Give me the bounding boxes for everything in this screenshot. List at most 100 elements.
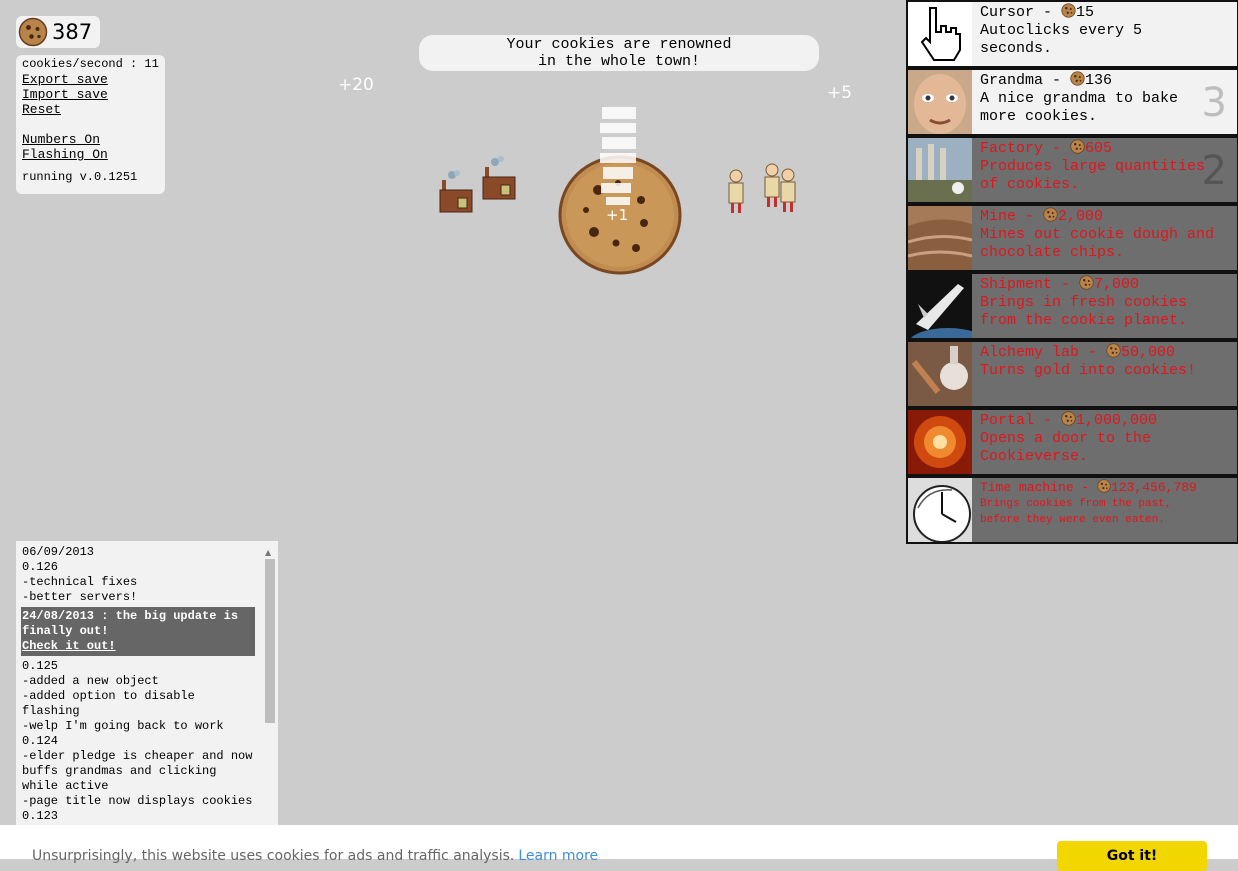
store-item-desc: Autoclicks every 5 <box>980 22 1143 39</box>
cookie-icon <box>1061 411 1076 426</box>
store-item-name: Cursor <box>980 4 1035 21</box>
store-item-desc: Opens a door to the <box>980 430 1152 447</box>
news-message: Your cookies are renowned in the whole t… <box>419 35 819 71</box>
store-item-desc: of cookies. <box>980 176 1080 193</box>
changelog-highlight: 24/08/2013 : the big update is finally o… <box>21 607 255 656</box>
store-item-grandma[interactable]: Grandma - 136 A nice grandma to bake mor… <box>908 70 1237 134</box>
cookie-icon <box>1070 139 1085 154</box>
grandma-sprite <box>728 169 744 213</box>
cookie-icon <box>1079 275 1094 290</box>
changelog-line: 0.124 <box>22 734 59 748</box>
cookie-icon <box>1043 207 1058 222</box>
grandma-sprite <box>780 168 796 212</box>
alchemy-photo-icon <box>908 342 972 406</box>
store-item-desc: Brings in fresh cookies <box>980 294 1188 311</box>
changelog-highlight-line: finally out! <box>22 624 109 638</box>
changelog-line: 06/09/2013 <box>22 545 95 559</box>
store-item-owned: 3 <box>1201 80 1227 126</box>
store-item-name: Time machine <box>980 480 1074 495</box>
shuttle-photo-icon <box>908 274 972 338</box>
store-item-desc: Produces large quantities <box>980 158 1206 175</box>
numbers-toggle-link[interactable]: Numbers On <box>22 132 159 147</box>
scroll-up-icon[interactable]: ▲ <box>265 545 271 560</box>
changelog-line: flashing <box>22 704 80 718</box>
changelog-line: -added option to disable <box>22 689 195 703</box>
changelog-line: -welp I'm going back to work <box>22 719 224 733</box>
store-item-desc: more cookies. <box>980 108 1098 125</box>
cookie-counter: 387 <box>16 16 100 48</box>
scrollbar-thumb[interactable] <box>265 559 275 723</box>
store-item-price: 136 <box>1085 72 1113 89</box>
changelog-line: -elder pledge is cheaper and now <box>22 749 253 763</box>
factory-photo-icon <box>908 138 972 202</box>
reset-link[interactable]: Reset <box>22 102 159 117</box>
changelog-line: -page title now displays cookies <box>22 794 253 808</box>
changelog-line: 0.126 <box>22 560 59 574</box>
store-item-desc: seconds. <box>980 40 1053 57</box>
clock-photo-icon <box>908 478 972 542</box>
changelog-line: 0.123 <box>22 809 59 823</box>
cookie-icon <box>1061 3 1076 18</box>
store-item-name: Portal <box>980 412 1035 429</box>
store-item-portal[interactable]: Portal - 1,000,000 Opens a door to the C… <box>908 410 1237 474</box>
cursor-hand-icon <box>908 2 972 66</box>
store-item-name: Grandma <box>980 72 1044 89</box>
floating-number-right: +5 <box>827 83 853 103</box>
store-item-price: 605 <box>1085 140 1113 157</box>
store-item-desc: Turns gold into cookies! <box>980 362 1197 379</box>
store-item-mine[interactable]: Mine - 2,000 Mines out cookie dough and … <box>908 206 1237 270</box>
cookie-consent-banner: Unsurprisingly, this website uses cookie… <box>0 825 1238 871</box>
news-message-line2: in the whole town! <box>537 53 701 70</box>
store-item-name: Shipment <box>980 276 1053 293</box>
news-message-line1: Your cookies are renowned <box>506 36 732 53</box>
changelog-line: while active <box>22 779 109 793</box>
consent-text: Unsurprisingly, this website uses cookie… <box>32 848 515 864</box>
store-item-desc: from the cookie planet. <box>980 312 1188 329</box>
store-item-price: 2,000 <box>1058 208 1104 225</box>
changelog-highlight-line: 24/08/2013 : the big update is <box>22 609 239 623</box>
check-it-out-link[interactable]: Check it out! <box>22 639 116 653</box>
store-item-factory[interactable]: Factory - 605 Produces large quantities … <box>908 138 1237 202</box>
cookie-icon <box>18 17 48 47</box>
learn-more-link[interactable]: Learn more <box>518 848 598 864</box>
portal-photo-icon <box>908 410 972 474</box>
floating-number-left: +20 <box>338 75 374 95</box>
import-save-link[interactable]: Import save <box>22 87 159 102</box>
changelog-line: -technical fixes <box>22 575 138 589</box>
store-item-time-machine[interactable]: Time machine - 123,456,789 Brings cookie… <box>908 478 1237 542</box>
changelog-line: -added a new object <box>22 674 159 688</box>
changelog-line: -better servers! <box>22 590 138 604</box>
store-item-price: 1,000,000 <box>1076 412 1158 429</box>
store-item-owned: 2 <box>1201 148 1227 194</box>
changelog-scrollbar[interactable]: ▲ <box>264 543 276 823</box>
flashing-toggle-link[interactable]: Flashing On <box>22 147 159 162</box>
store-item-name: Factory <box>980 140 1044 157</box>
store-item-price: 50,000 <box>1121 344 1176 361</box>
cookie-count: 387 <box>52 20 93 44</box>
store-panel: Cursor - 15 Autoclicks every 5 seconds. … <box>906 0 1238 544</box>
click-number: +1 <box>606 206 629 224</box>
store-item-price: 123,456,789 <box>1111 480 1197 495</box>
changelog-panel[interactable]: 06/09/2013 0.126 -technical fixes -bette… <box>16 541 278 831</box>
store-item-cursor[interactable]: Cursor - 15 Autoclicks every 5 seconds. <box>908 2 1237 66</box>
store-item-desc: Mines out cookie dough and <box>980 226 1215 243</box>
mine-photo-icon <box>908 206 972 270</box>
store-item-desc: A nice grandma to bake <box>980 90 1179 107</box>
cookie-icon <box>1070 71 1085 86</box>
cookie-icon <box>1097 479 1111 493</box>
export-save-link[interactable]: Export save <box>22 72 159 87</box>
got-it-button[interactable]: Got it! <box>1057 841 1207 871</box>
store-item-alchemy-lab[interactable]: Alchemy lab - 50,000 Turns gold into coo… <box>908 342 1237 406</box>
store-item-price: 7,000 <box>1094 276 1140 293</box>
consent-message: Unsurprisingly, this website uses cookie… <box>32 848 598 864</box>
store-item-name: Mine <box>980 208 1017 225</box>
factory-sprite <box>439 170 473 213</box>
store-item-desc: Cookieverse. <box>980 448 1089 465</box>
store-item-price: 15 <box>1076 4 1095 21</box>
cookies-per-second: cookies/second : 11 <box>22 57 159 71</box>
factory-sprite <box>482 156 516 200</box>
store-item-shipment[interactable]: Shipment - 7,000 Brings in fresh cookies… <box>908 274 1237 338</box>
cookie-icon <box>1106 343 1121 358</box>
version-text: running v.0.1251 <box>22 170 138 184</box>
store-item-desc: before they were even eaten. <box>980 514 1165 526</box>
